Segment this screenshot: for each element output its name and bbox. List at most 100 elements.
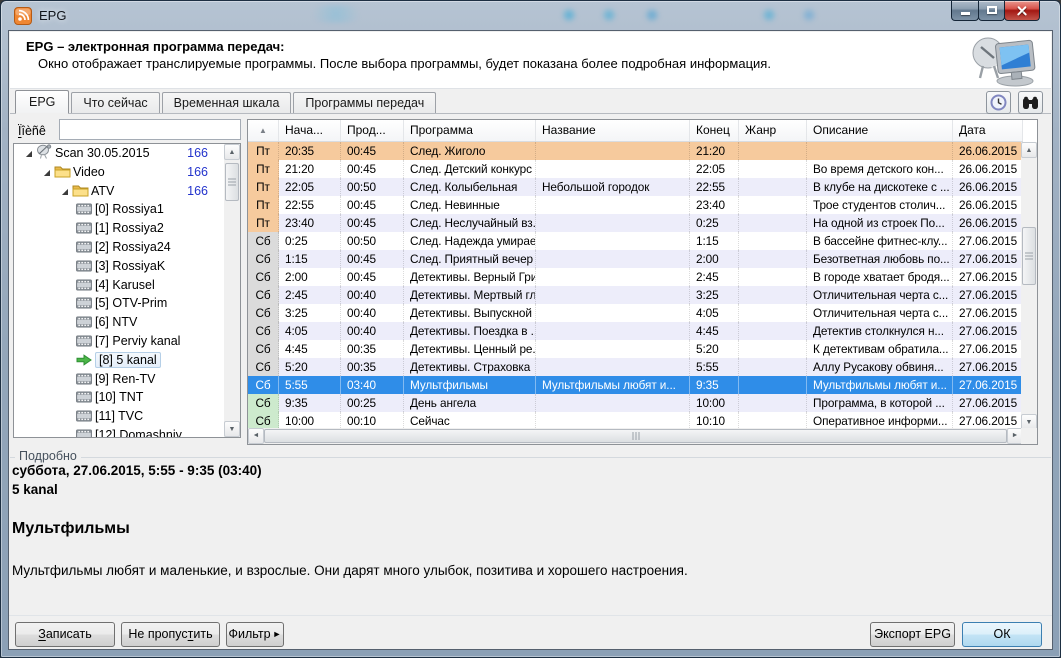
column-header-name[interactable]: Название — [536, 120, 690, 141]
cell-program[interactable]: След. Неслучайный вз... — [404, 214, 536, 232]
cell-program[interactable]: Детективы. Поездка в ... — [404, 322, 536, 340]
find-button[interactable] — [1018, 91, 1043, 114]
table-row-3[interactable]: Пт22:5500:45След. Невинные23:40Трое студ… — [248, 196, 1023, 214]
table-row-8[interactable]: Сб2:4500:40Детективы. Мертвый гл...3:25О… — [248, 286, 1023, 304]
cell-date[interactable]: 27.06.2015 — [953, 376, 1023, 394]
cell-start[interactable]: 2:45 — [279, 286, 341, 304]
cell-day[interactable]: Сб — [248, 340, 279, 358]
cell-name[interactable] — [536, 160, 690, 178]
cell-start[interactable]: 22:05 — [279, 178, 341, 196]
cell-genre[interactable] — [739, 250, 807, 268]
cell-end[interactable]: 4:45 — [690, 322, 739, 340]
column-header-date[interactable]: Дата — [953, 120, 1023, 141]
cell-name[interactable] — [536, 286, 690, 304]
tree-item-13[interactable]: [10] TNT — [14, 388, 240, 407]
cell-genre[interactable] — [739, 160, 807, 178]
filter-button[interactable]: Фильтр► — [226, 622, 284, 647]
cell-start[interactable]: 9:35 — [279, 394, 341, 412]
cell-dur[interactable]: 00:45 — [341, 142, 404, 160]
cell-name[interactable] — [536, 304, 690, 322]
column-header-start[interactable]: Нача... — [279, 120, 341, 141]
cell-day[interactable]: Пт — [248, 160, 279, 178]
cell-desc[interactable]: Мультфильмы любят и... — [807, 376, 953, 394]
dont-miss-button[interactable]: Не пропустить — [121, 622, 220, 647]
clock-button[interactable] — [986, 91, 1011, 114]
cell-program[interactable]: След. Жиголо — [404, 142, 536, 160]
table-row-12[interactable]: Сб5:2000:35Детективы. Страховка5:55Аллу … — [248, 358, 1023, 376]
title-bar[interactable]: EPG — [1, 1, 1060, 31]
table-row-0[interactable]: Пт20:3500:45След. Жиголо21:2026.06.2015 — [248, 142, 1023, 160]
cell-dur[interactable]: 00:35 — [341, 358, 404, 376]
cell-date[interactable]: 27.06.2015 — [953, 340, 1023, 358]
cell-name[interactable]: Мультфильмы любят и... — [536, 376, 690, 394]
expander-icon[interactable]: ◢ — [22, 145, 36, 164]
cell-date[interactable]: 26.06.2015 — [953, 160, 1023, 178]
cell-end[interactable]: 23:40 — [690, 196, 739, 214]
cell-date[interactable]: 27.06.2015 — [953, 304, 1023, 322]
cell-start[interactable]: 23:40 — [279, 214, 341, 232]
expander-icon[interactable]: ◢ — [58, 183, 72, 202]
cell-desc[interactable]: Детектив столкнулся н... — [807, 322, 953, 340]
table-row-1[interactable]: Пт21:2000:45След. Детский конкурс ...22:… — [248, 160, 1023, 178]
cell-start[interactable]: 22:55 — [279, 196, 341, 214]
cell-start[interactable]: 4:05 — [279, 322, 341, 340]
table-row-11[interactable]: Сб4:4500:35Детективы. Ценный ре...5:20К … — [248, 340, 1023, 358]
cell-desc[interactable]: Трое студентов столич... — [807, 196, 953, 214]
table-row-7[interactable]: Сб2:0000:45Детективы. Верный Гри...2:45В… — [248, 268, 1023, 286]
column-header-desc[interactable]: Описание — [807, 120, 953, 141]
tree-item-7[interactable]: [4] Karusel — [14, 276, 240, 295]
cell-genre[interactable] — [739, 376, 807, 394]
cell-end[interactable]: 2:45 — [690, 268, 739, 286]
cell-dur[interactable]: 00:40 — [341, 286, 404, 304]
column-sort[interactable]: ▲ — [248, 120, 279, 141]
cell-dur[interactable]: 00:45 — [341, 268, 404, 286]
cell-start[interactable]: 1:15 — [279, 250, 341, 268]
maximize-button[interactable] — [978, 1, 1005, 21]
table-row-5[interactable]: Сб0:2500:50След. Надежда умирает...1:15В… — [248, 232, 1023, 250]
cell-day[interactable]: Сб — [248, 358, 279, 376]
tree-item-2[interactable]: ◢ATV166 — [14, 182, 240, 201]
cell-desc[interactable]: В бассейне фитнес-клу... — [807, 232, 953, 250]
cell-name[interactable]: Небольшой городок — [536, 178, 690, 196]
column-header-program[interactable]: Программа — [404, 120, 536, 141]
cell-desc[interactable]: К детективам обратила... — [807, 340, 953, 358]
cell-name[interactable] — [536, 214, 690, 232]
cell-dur[interactable]: 00:35 — [341, 340, 404, 358]
cell-name[interactable] — [536, 196, 690, 214]
cell-date[interactable]: 27.06.2015 — [953, 250, 1023, 268]
scroll-down-button[interactable]: ▼ — [224, 421, 240, 437]
tree-item-11[interactable]: [8] 5 kanal — [14, 351, 240, 370]
cell-date[interactable]: 27.06.2015 — [953, 232, 1023, 250]
cell-name[interactable] — [536, 268, 690, 286]
cell-desc[interactable]: Во время детского кон... — [807, 160, 953, 178]
cell-end[interactable]: 3:25 — [690, 286, 739, 304]
cell-end[interactable]: 22:55 — [690, 178, 739, 196]
cell-end[interactable]: 4:05 — [690, 304, 739, 322]
tree-item-5[interactable]: [2] Rossiya24 — [14, 238, 240, 257]
cell-program[interactable]: Детективы. Выпускной — [404, 304, 536, 322]
cell-program[interactable]: След. Невинные — [404, 196, 536, 214]
record-button[interactable]: Записать — [15, 622, 115, 647]
cell-day[interactable]: Сб — [248, 250, 279, 268]
cell-genre[interactable] — [739, 196, 807, 214]
column-header-genre[interactable]: Жанр — [739, 120, 807, 141]
tree-item-15[interactable]: [12] Domashniy — [14, 426, 240, 438]
tree-item-6[interactable]: [3] RossiyaK — [14, 257, 240, 276]
cell-end[interactable]: 2:00 — [690, 250, 739, 268]
cell-genre[interactable] — [739, 232, 807, 250]
cell-date[interactable]: 27.06.2015 — [953, 268, 1023, 286]
cell-start[interactable]: 2:00 — [279, 268, 341, 286]
cell-genre[interactable] — [739, 340, 807, 358]
cell-dur[interactable]: 03:40 — [341, 376, 404, 394]
tree-item-8[interactable]: [5] OTV-Prim — [14, 294, 240, 313]
cell-genre[interactable] — [739, 268, 807, 286]
tab-2[interactable]: Временная шкала — [162, 92, 292, 113]
cell-start[interactable]: 21:20 — [279, 160, 341, 178]
cell-date[interactable]: 27.06.2015 — [953, 394, 1023, 412]
cell-end[interactable]: 22:05 — [690, 160, 739, 178]
cell-desc[interactable]: В городе хватает бродя... — [807, 268, 953, 286]
expander-icon[interactable]: ◢ — [40, 164, 54, 183]
cell-end[interactable]: 5:20 — [690, 340, 739, 358]
cell-name[interactable] — [536, 358, 690, 376]
table-row-13[interactable]: Сб5:5503:40МультфильмыМультфильмы любят … — [248, 376, 1023, 394]
